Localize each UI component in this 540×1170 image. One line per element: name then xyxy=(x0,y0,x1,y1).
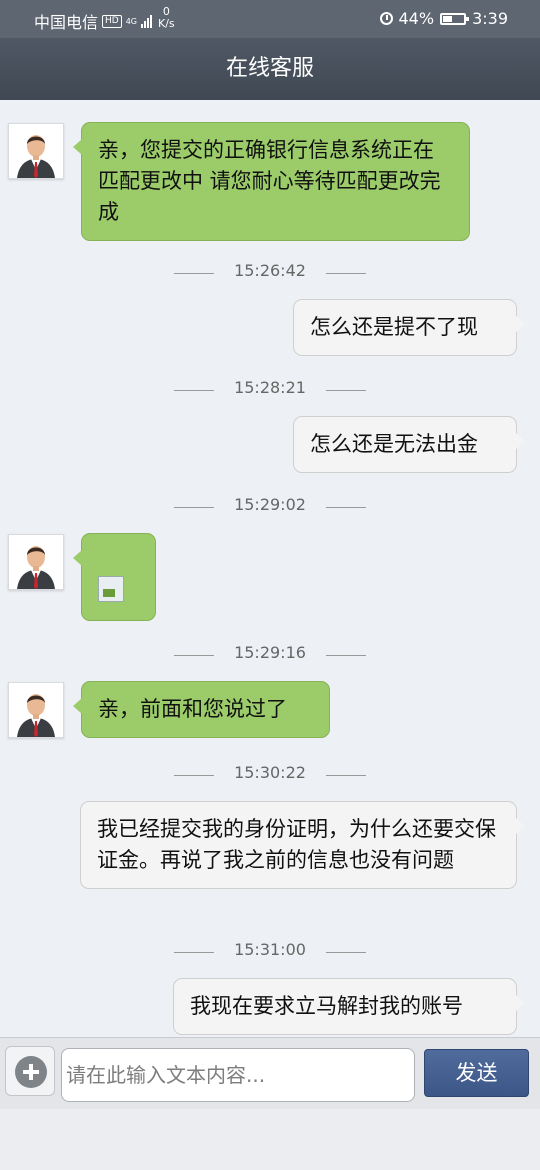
message-text: 亲，您提交的正确银行信息系统正在匹配更改中 请您耐心等待匹配更改完成 xyxy=(98,138,441,224)
clock: 3:39 xyxy=(472,9,508,28)
broken-image-icon[interactable] xyxy=(98,576,124,602)
bottom-panel xyxy=(0,1109,540,1170)
agent-avatar-icon xyxy=(9,683,63,737)
input-bar: 发送 xyxy=(0,1037,540,1110)
timestamp-text: 15:31:00 xyxy=(174,940,366,959)
timestamp-text: 15:26:42 xyxy=(174,261,366,280)
message-bubble-user: 我已经提交我的身份证明，为什么还要交保证金。再说了我之前的信息也没有问题 xyxy=(80,801,525,889)
battery-percent: 44% xyxy=(398,9,435,28)
timestamp: 15:28:21 xyxy=(0,378,540,402)
message-bubble-agent: 亲，前面和您说过了 xyxy=(73,681,330,738)
message-text: 我现在要求立马解封我的账号 xyxy=(190,994,463,1018)
message-bubble-user: 我现在要求立马解封我的账号 xyxy=(173,978,525,1035)
timestamp: 15:29:16 xyxy=(0,643,540,667)
signal-icon xyxy=(141,14,153,28)
message-bubble-user: 怎么还是提不了现 xyxy=(293,299,525,356)
carrier-label: 中国电信 xyxy=(34,13,99,32)
timestamp: 15:30:22 xyxy=(0,763,540,787)
network-speed: 0 K/s xyxy=(158,6,175,30)
message-input[interactable] xyxy=(61,1048,415,1102)
message-bubble-agent-image[interactable] xyxy=(73,533,156,621)
agent-avatar xyxy=(8,682,64,738)
app-header: 在线客服 xyxy=(0,38,540,100)
agent-avatar xyxy=(8,123,64,179)
agent-avatar-icon xyxy=(9,535,63,589)
status-left: 中国电信 HD 4G xyxy=(34,9,153,33)
timestamp-text: 15:29:16 xyxy=(174,643,366,662)
message-bubble-user: 怎么还是无法出金 xyxy=(293,416,525,473)
message-text: 我已经提交我的身份证明，为什么还要交保证金。再说了我之前的信息也没有问题 xyxy=(97,817,496,872)
timestamp: 15:26:42 xyxy=(0,261,540,285)
status-bar: 中国电信 HD 4G 0 K/s 44% 3:39 xyxy=(0,0,540,38)
timestamp-text: 15:28:21 xyxy=(174,378,366,397)
plus-icon[interactable] xyxy=(15,1056,47,1088)
timestamp-partial xyxy=(0,100,540,110)
agent-avatar xyxy=(8,534,64,590)
send-button[interactable]: 发送 xyxy=(424,1049,529,1097)
timestamp: 15:29:02 xyxy=(0,495,540,519)
message-text: 怎么还是无法出金 xyxy=(310,432,478,456)
hd-badge: HD xyxy=(102,14,122,28)
timestamp-text: 15:29:02 xyxy=(174,495,366,514)
page-title: 在线客服 xyxy=(225,56,314,81)
status-right: 44% 3:39 xyxy=(379,9,508,28)
timestamp-text: 15:30:22 xyxy=(174,763,366,782)
message-text: 怎么还是提不了现 xyxy=(310,315,478,339)
message-text: 亲，前面和您说过了 xyxy=(98,697,287,721)
add-attachment-button[interactable] xyxy=(5,1046,55,1096)
timestamp: 15:31:00 xyxy=(0,940,540,964)
agent-avatar-icon xyxy=(9,124,63,178)
battery-icon xyxy=(440,12,470,25)
chat-area[interactable]: 亲，您提交的正确银行信息系统正在匹配更改中 请您耐心等待匹配更改完成 15:26… xyxy=(0,100,540,1037)
message-bubble-agent: 亲，您提交的正确银行信息系统正在匹配更改中 请您耐心等待匹配更改完成 xyxy=(73,122,470,241)
network-type: 4G xyxy=(125,16,138,26)
speed-unit: K/s xyxy=(158,17,175,30)
alarm-icon xyxy=(379,12,393,25)
